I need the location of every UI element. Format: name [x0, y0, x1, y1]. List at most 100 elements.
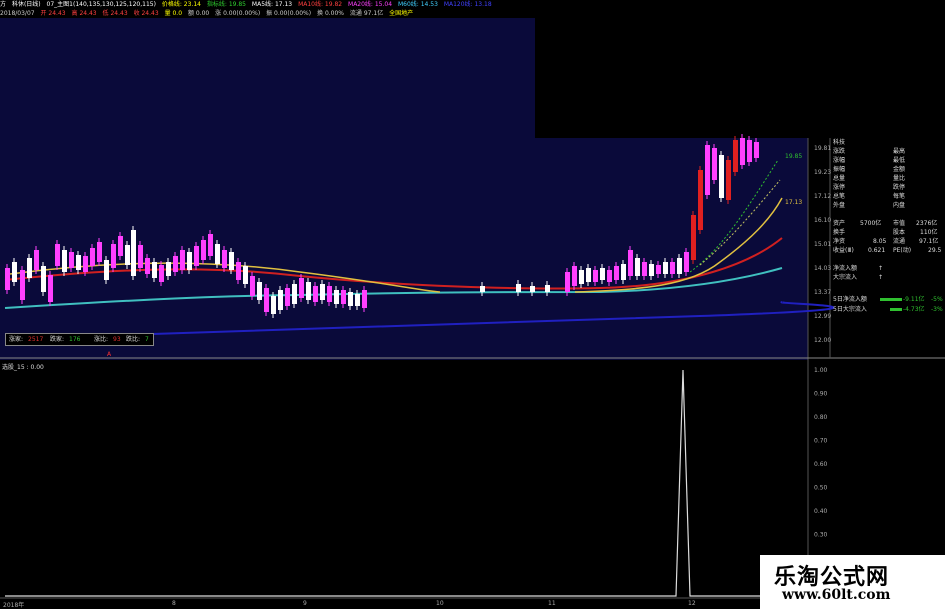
candle-body — [684, 252, 689, 272]
stat-value: 7 — [145, 336, 149, 343]
panel-label: PE(动) — [893, 247, 912, 254]
stat-value: 93 — [113, 336, 121, 343]
stock-chart[interactable]: 19.85 17.13 19.8119.2317.1216.1015.0114.… — [0, 0, 945, 609]
right-panel: 科技 涨跌 最高 涨幅 最低 振幅 金额 总量 量比 涨停 跌停 总笔 每笔 外盘 内盘 资产… — [808, 138, 945, 360]
candle-body — [355, 294, 360, 306]
panel-label: 收益(Ⅲ) — [833, 247, 854, 254]
candle-body — [271, 296, 276, 314]
indicator-tick: 0.70 — [814, 438, 828, 445]
flow-label: 5日大宗流入 — [833, 306, 867, 313]
panel-value: 5700亿 — [860, 220, 882, 227]
candle-body — [348, 292, 353, 306]
candle-body — [635, 258, 640, 276]
indicator-tick: 0.60 — [814, 461, 828, 468]
panel-label: 振幅 — [833, 166, 846, 173]
candle-body — [299, 278, 304, 298]
candle-body — [166, 262, 171, 276]
candle-body — [621, 264, 626, 280]
stat-label: 跌比: — [126, 336, 141, 343]
panel-label: 内盘 — [893, 202, 906, 209]
candle-body — [41, 266, 46, 292]
candle-body — [145, 258, 150, 274]
candle-body — [670, 262, 675, 274]
candle-body — [754, 142, 759, 158]
candle-body — [642, 262, 647, 276]
candle-body — [565, 272, 570, 292]
panel-label: 最高 — [893, 148, 906, 155]
candle-body — [180, 250, 185, 270]
panel-label: 总笔 — [833, 193, 846, 200]
x-tick: 12 — [688, 600, 696, 607]
candle-body — [663, 262, 668, 274]
candle-body — [257, 282, 262, 300]
candle-body — [208, 234, 213, 256]
panel-label: 市值 — [893, 220, 906, 227]
candle-body — [97, 242, 102, 262]
panel-label: 涨停 — [833, 184, 846, 191]
candle-body — [313, 286, 318, 302]
panel-label: 涨跌 — [833, 148, 846, 155]
watermark: 乐淘公式网 www.60lt.com — [760, 555, 945, 609]
panel-value: 97.1亿 — [919, 238, 939, 245]
candle-body — [320, 284, 325, 300]
stat-label: 涨家: — [9, 336, 24, 343]
candle-body — [691, 215, 696, 260]
candle-body — [327, 286, 332, 302]
candle-body — [152, 262, 157, 278]
candle-body — [698, 170, 703, 230]
candle-body — [586, 268, 591, 282]
candle-body — [593, 270, 598, 282]
flow-value: ↑ — [878, 265, 884, 272]
candle-body — [159, 265, 164, 282]
ma-label: 17.13 — [785, 199, 802, 206]
candle-body — [649, 264, 654, 276]
candle-body — [236, 262, 241, 280]
indicator-tick: 0.30 — [814, 532, 828, 539]
flow-label: 5日净流入额 — [833, 296, 867, 303]
candle-body — [173, 256, 178, 272]
flow-pct: -3% — [931, 306, 943, 313]
candle-body — [69, 252, 74, 268]
candle-body — [118, 236, 123, 256]
candle-body — [5, 268, 10, 290]
ma-label: 19.85 — [785, 153, 802, 160]
panel-value: 29.5 — [928, 247, 942, 254]
indicator-axis: 1.000.900.800.700.600.500.400.300.200.10 — [814, 367, 828, 586]
panel-label: 股本 — [893, 229, 906, 236]
candle-body — [201, 240, 206, 260]
indicator-tick: 1.00 — [814, 367, 828, 374]
flow-value: ↑ — [878, 274, 884, 281]
candle-body — [27, 258, 32, 278]
candle-body — [572, 266, 577, 286]
candle-body — [600, 268, 605, 280]
candle-body — [243, 266, 248, 284]
panel-value: 2376亿 — [916, 220, 938, 227]
candle-body — [104, 260, 109, 280]
panel-label: 金额 — [893, 166, 906, 173]
candle-body — [677, 258, 682, 274]
flow-pct: -5% — [931, 296, 943, 303]
candle-body — [733, 140, 738, 172]
panel-value: 8.05 — [873, 238, 887, 245]
candle-body — [341, 290, 346, 304]
candle-body — [194, 246, 199, 266]
flow-value: -9.11亿 — [903, 296, 925, 303]
candle-body — [264, 288, 269, 312]
candle-body — [83, 256, 88, 272]
stat-value: 2517 — [28, 336, 44, 343]
indicator-tick: 0.50 — [814, 485, 828, 492]
stat-value: 176 — [69, 336, 81, 343]
candle-body — [705, 145, 710, 195]
panel-label: 量比 — [893, 175, 906, 182]
candle-body — [656, 265, 661, 274]
panel-header: 科技 — [833, 139, 846, 146]
candle-body — [131, 230, 136, 276]
flow-label: 净流入额 — [833, 265, 858, 272]
x-tick: 10 — [436, 600, 444, 607]
candle-body — [111, 244, 116, 268]
candle-body — [55, 244, 60, 266]
candle-body — [278, 290, 283, 310]
candle-body — [712, 148, 717, 180]
candle-body — [20, 270, 25, 300]
candle-body — [480, 286, 485, 292]
